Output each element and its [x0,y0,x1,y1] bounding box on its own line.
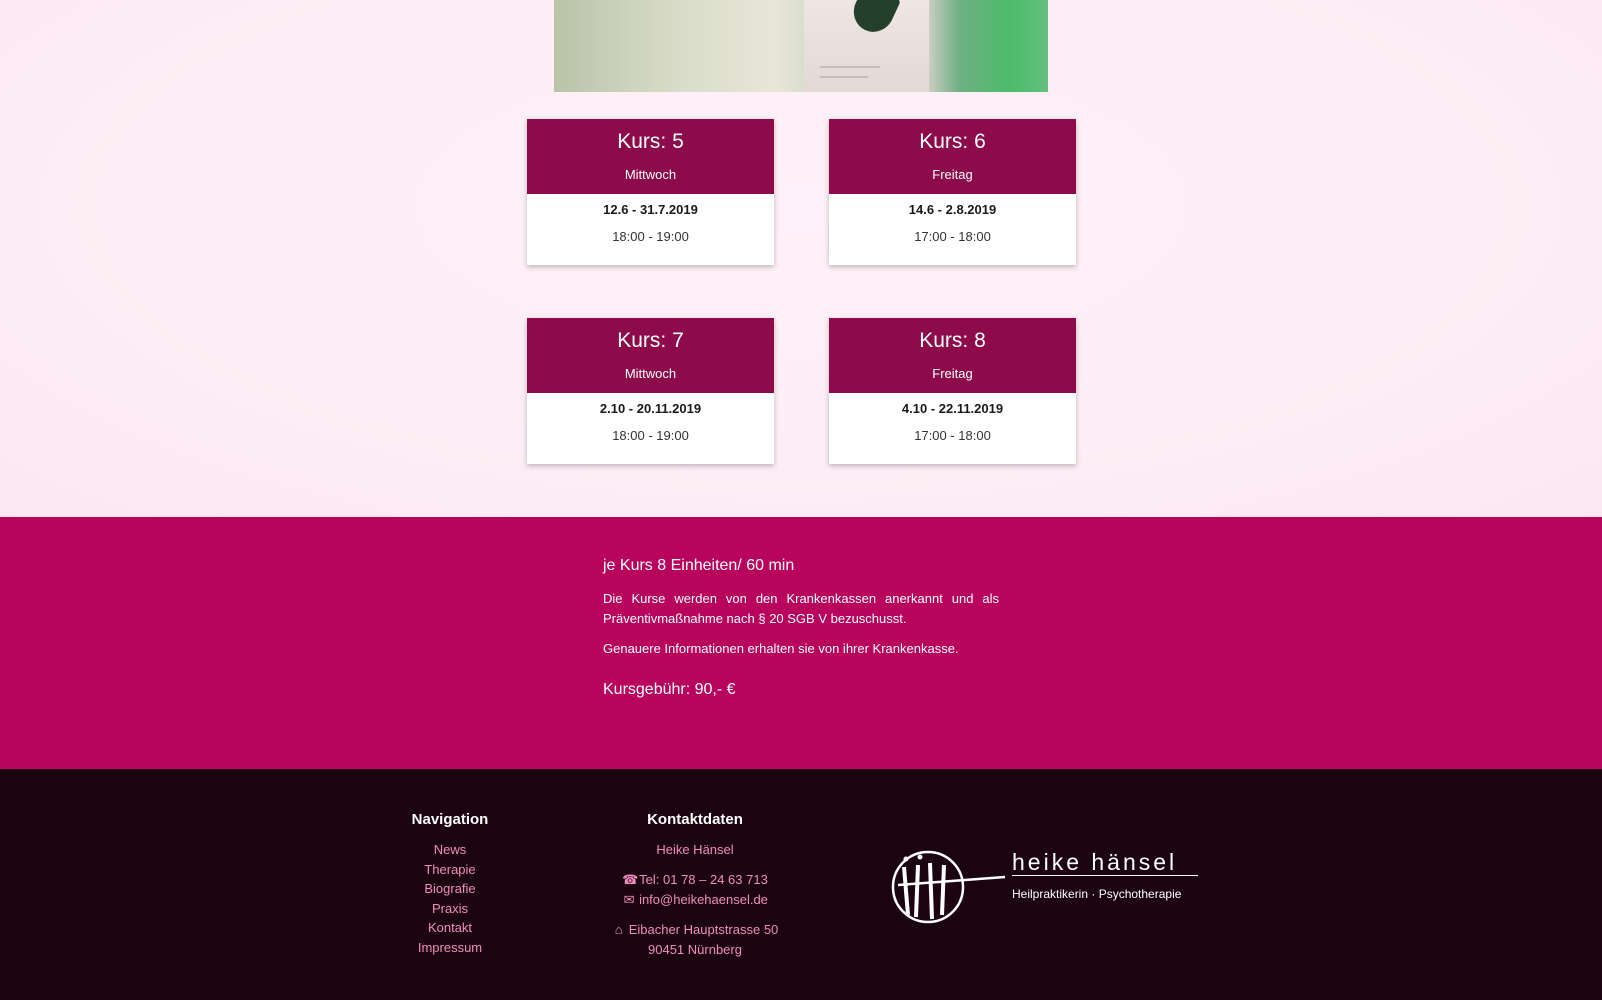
course-time: 18:00 - 19:00 [612,229,689,244]
course-card-header: Kurs: 8 Freitag [829,318,1076,393]
footer-nav-heading: Navigation [411,811,489,828]
contact-phone[interactable]: ☎Tel: 01 78 – 24 63 713 [585,870,805,890]
logo-subtitle: Heilpraktikerin · Psychotherapie [1012,887,1182,901]
contact-city: 90451 Nürnberg [648,942,742,957]
phone-icon: ☎ [622,872,639,887]
course-day: Mittwoch [624,366,677,381]
logo-mark-icon [891,850,1006,924]
footer: Navigation News Therapie Biografie Praxi… [0,769,1602,1000]
course-title: Kurs: 7 [617,329,684,352]
course-day: Mittwoch [624,167,677,182]
contact-street: ⌂ Eibacher Hauptstrasse 50 [585,920,805,940]
home-icon: ⌂ [614,922,623,937]
course-title: Kurs: 5 [617,130,684,153]
course-title: Kurs: 6 [919,130,986,153]
contact-street-text: Eibacher Hauptstrasse 50 [628,922,779,937]
footer-link-kontakt[interactable]: Kontakt [380,918,520,938]
course-day: Freitag [932,366,973,381]
footer-link-praxis[interactable]: Praxis [380,899,520,919]
course-time: 18:00 - 19:00 [612,428,689,443]
footer-link-biografie[interactable]: Biografie [380,879,520,899]
course-title: Kurs: 8 [919,329,986,352]
course-day: Freitag [932,167,973,182]
logo-name: heike hänsel [1012,849,1178,875]
course-dates: 12.6 - 31.7.2019 [603,202,698,217]
course-card-header: Kurs: 5 Mittwoch [527,119,774,194]
course-card-7: Kurs: 7 Mittwoch 2.10 - 20.11.2019 18:00… [527,318,774,464]
contact-name: Heike Hänsel [656,842,734,857]
brand-logo: heike hänsel Heilpraktikerin · Psychothe… [890,845,1200,930]
contact-email[interactable]: ✉ info@heikehaensel.de [585,890,805,910]
footer-link-therapie[interactable]: Therapie [380,860,520,880]
course-card-5: Kurs: 5 Mittwoch 12.6 - 31.7.2019 18:00 … [527,119,774,265]
course-dates: 14.6 - 2.8.2019 [908,202,997,217]
contact-email-text: info@heikehaensel.de [639,892,768,907]
logo-divider [1012,875,1198,876]
footer-contact: Kontaktdaten Heike Hänsel ☎Tel: 01 78 – … [585,811,805,960]
envelope-icon: ✉ [623,892,635,907]
footer-link-news[interactable]: News [380,840,520,860]
course-card-header: Kurs: 7 Mittwoch [527,318,774,393]
course-card-8: Kurs: 8 Freitag 4.10 - 22.11.2019 17:00 … [829,318,1076,464]
insurance-note: Die Kurse werden von den Krankenkassen a… [603,591,999,626]
course-dates: 2.10 - 20.11.2019 [599,401,702,416]
course-time: 17:00 - 18:00 [914,229,991,244]
course-units-heading: je Kurs 8 Einheiten/ 60 min [603,557,795,574]
footer-contact-heading: Kontaktdaten [647,811,743,828]
course-fee: Kursgebühr: 90,- € [603,681,736,698]
footer-navigation: Navigation News Therapie Biografie Praxi… [380,811,520,957]
course-card-header: Kurs: 6 Freitag [829,119,1076,194]
hero-image [554,0,1048,92]
course-info: je Kurs 8 Einheiten/ 60 min Die Kurse we… [603,557,999,699]
courses-section: Kurs: 5 Mittwoch 12.6 - 31.7.2019 18:00 … [0,0,1602,517]
insurance-info-note: Genauere Informationen erhalten sie von … [603,641,959,656]
course-time: 17:00 - 18:00 [914,428,991,443]
contact-phone-text: Tel: 01 78 – 24 63 713 [639,872,768,887]
course-info-band: je Kurs 8 Einheiten/ 60 min Die Kurse we… [0,517,1602,769]
course-card-6: Kurs: 6 Freitag 14.6 - 2.8.2019 17:00 - … [829,119,1076,265]
course-dates: 4.10 - 22.11.2019 [901,401,1004,416]
footer-link-impressum[interactable]: Impressum [380,938,520,958]
